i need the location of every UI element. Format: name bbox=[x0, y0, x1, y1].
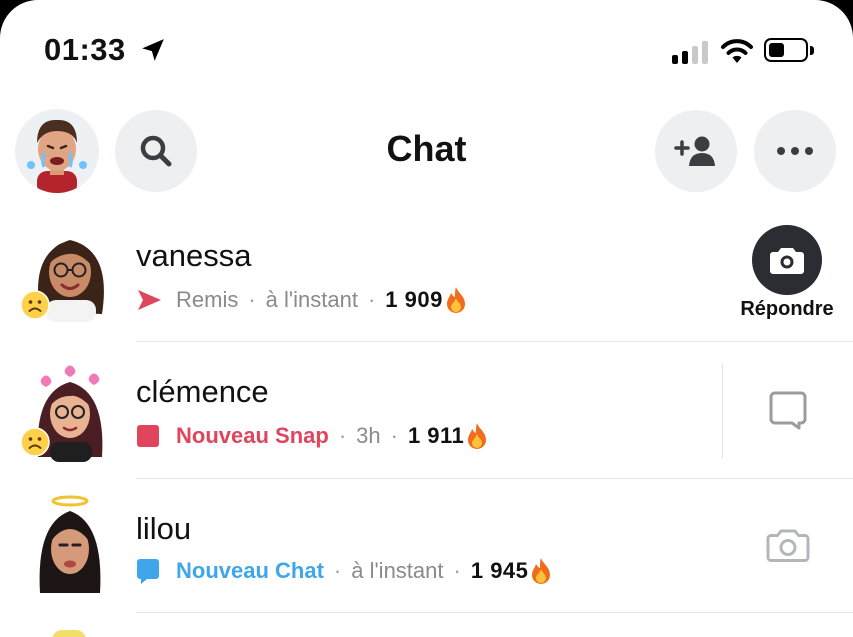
sad-emoji-icon bbox=[20, 427, 50, 457]
separator-dot: · bbox=[390, 423, 398, 448]
reply-label[interactable]: Répondre bbox=[700, 298, 853, 321]
add-friend-button[interactable] bbox=[655, 110, 737, 192]
chat-status: Nouveau Chat bbox=[176, 558, 324, 583]
separator-dot: · bbox=[453, 558, 461, 583]
reply-camera-button[interactable] bbox=[752, 225, 822, 295]
chat-status-line: Nouveau Chat · à l'instant · 1 945 bbox=[136, 557, 553, 585]
chat-status: Nouveau Snap bbox=[176, 423, 329, 448]
new-chat-bubble-icon bbox=[137, 559, 159, 584]
chat-row-lilou[interactable]: lilou Nouveau Chat · à l'instant · 1 945 bbox=[0, 479, 853, 613]
chat-time: à l'instant bbox=[351, 558, 444, 583]
separator-dot: · bbox=[333, 558, 342, 583]
friend-name: clémence bbox=[136, 374, 269, 409]
chat-bubble-icon[interactable] bbox=[768, 390, 808, 430]
row-divider bbox=[136, 612, 853, 613]
next-avatar-partial bbox=[52, 630, 86, 637]
sent-arrow-icon bbox=[138, 290, 161, 310]
sad-emoji-icon bbox=[20, 290, 50, 320]
friend-avatar bbox=[20, 495, 116, 593]
more-options-button[interactable] bbox=[754, 110, 836, 192]
streak-count: 1 911 bbox=[407, 423, 465, 448]
battery-tip bbox=[810, 46, 814, 55]
location-arrow-icon bbox=[142, 39, 164, 61]
status-time: 01:33 bbox=[44, 32, 126, 67]
vertical-separator bbox=[722, 364, 723, 458]
chat-screen: 01:33 Chat vanessa Remis · à l'instant ·… bbox=[0, 0, 853, 637]
cellular-signal-icon bbox=[672, 40, 708, 64]
separator-dot: · bbox=[338, 423, 347, 448]
friend-name: lilou bbox=[136, 511, 192, 546]
fire-icon bbox=[468, 423, 487, 449]
camera-icon[interactable] bbox=[766, 527, 810, 563]
streak-count: 1 909 bbox=[385, 287, 443, 312]
chat-row-vanessa[interactable]: vanessa Remis · à l'instant · 1 909 bbox=[0, 218, 853, 342]
chat-row-clemence[interactable]: clémence Nouveau Snap · 3h · 1 911 bbox=[0, 342, 853, 478]
friend-name: vanessa bbox=[136, 238, 252, 273]
chat-time: à l'instant bbox=[265, 287, 358, 312]
battery-icon bbox=[764, 38, 808, 62]
fire-icon bbox=[446, 287, 465, 313]
new-snap-square-icon bbox=[137, 425, 159, 447]
add-friend-icon bbox=[674, 136, 715, 166]
separator-dot: · bbox=[248, 287, 256, 312]
separator-dot: · bbox=[367, 287, 376, 312]
chat-status-line: Remis · à l'instant · 1 909 bbox=[136, 286, 468, 314]
chat-time: 3h bbox=[356, 423, 381, 448]
chat-status: Remis bbox=[176, 287, 239, 312]
camera-icon bbox=[770, 248, 804, 274]
chat-status-line: Nouveau Snap · 3h · 1 911 bbox=[136, 422, 489, 450]
streak-count: 1 945 bbox=[470, 558, 529, 583]
fire-icon bbox=[532, 558, 551, 584]
wifi-icon bbox=[721, 39, 753, 63]
more-icon bbox=[777, 147, 813, 155]
